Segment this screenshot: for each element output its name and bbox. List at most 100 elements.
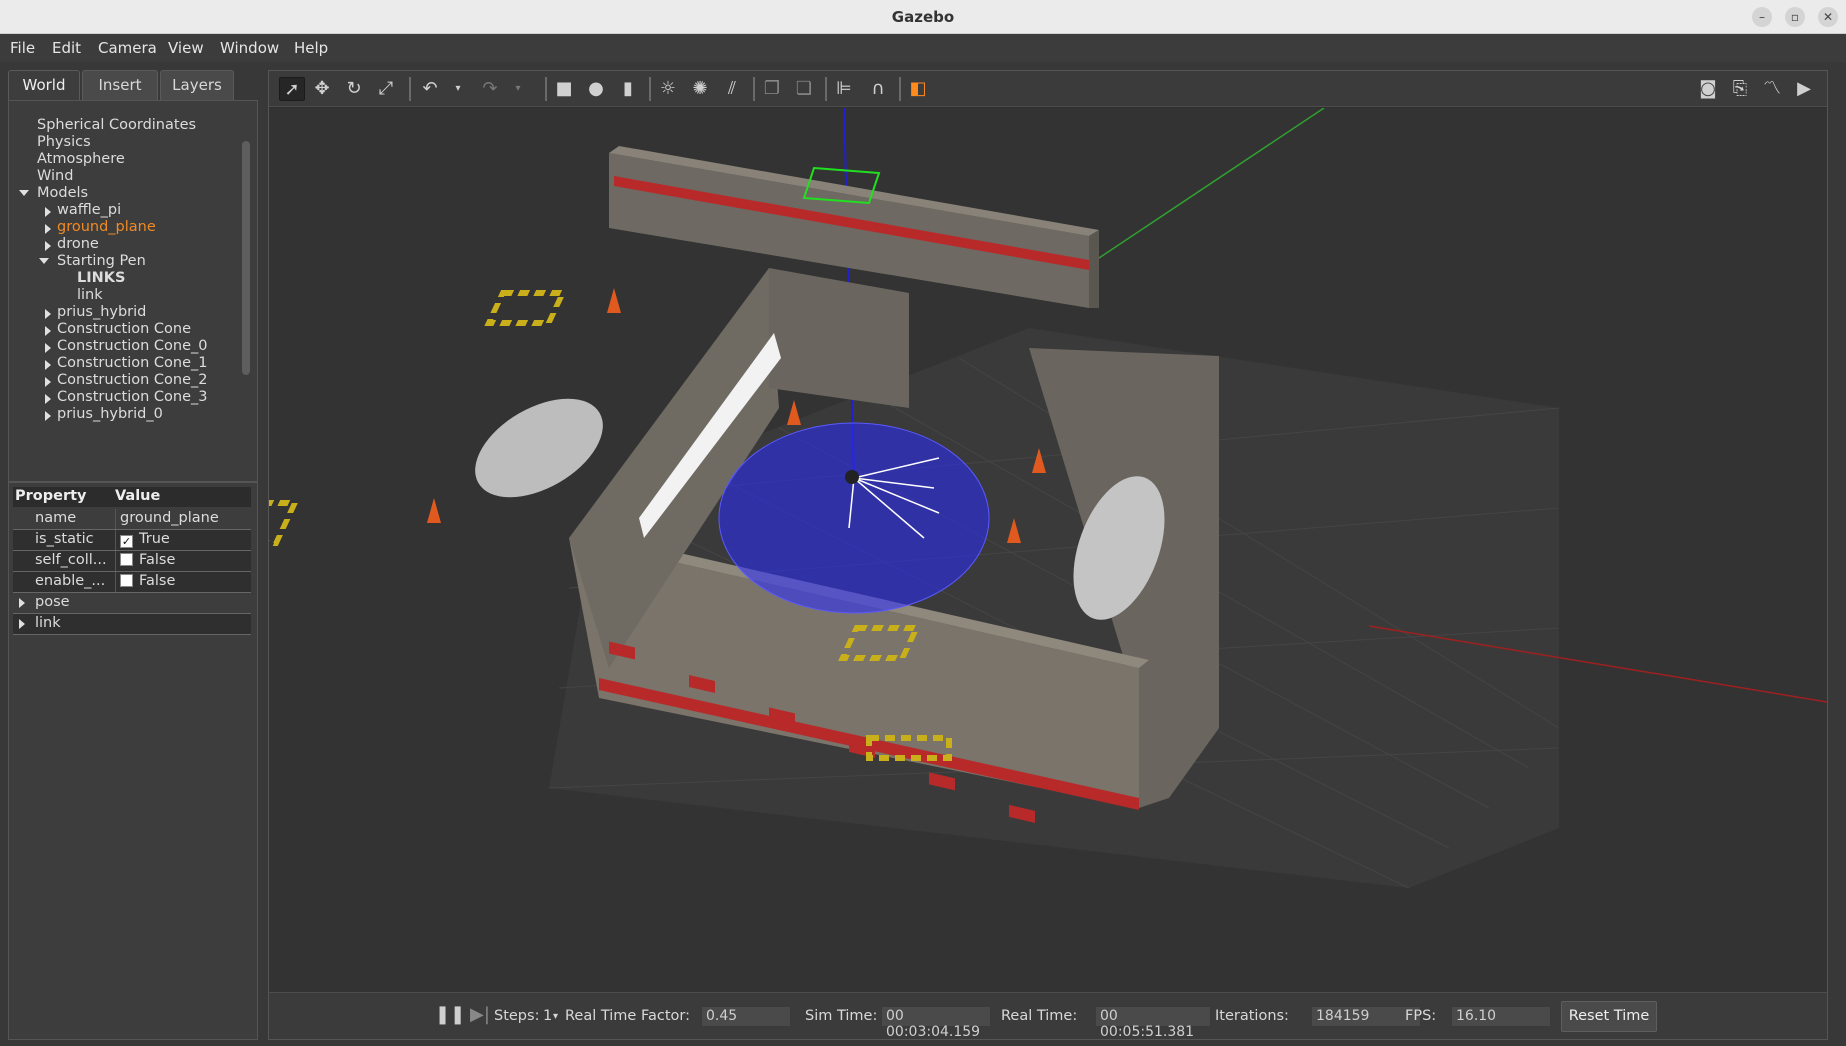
close-icon[interactable]: ✕	[1818, 7, 1838, 27]
tab-layers[interactable]: Layers	[160, 70, 234, 100]
tree-item-prius-hybrid-0[interactable]: prius_hybrid_0	[57, 406, 163, 422]
log-icon[interactable]: ⎘	[1727, 77, 1753, 101]
tree-item-ground-plane[interactable]: ground_plane	[57, 219, 156, 235]
drone-model	[845, 470, 859, 484]
tree-item-construction-cone[interactable]: Construction Cone	[57, 321, 191, 337]
maximize-icon[interactable]: ▫	[1785, 7, 1805, 27]
world-tree: Spherical Coordinates Physics Atmosphere…	[8, 100, 258, 482]
menu-bar: File Edit Camera View Window Help	[0, 34, 1846, 62]
3d-scene-viewport[interactable]	[191, 107, 1828, 992]
reset-time-button[interactable]: Reset Time	[1561, 1001, 1657, 1032]
collapse-arrow-icon[interactable]	[19, 619, 25, 629]
steps-value[interactable]: 1	[543, 1008, 552, 1024]
snap-icon[interactable]: ∩	[865, 77, 891, 101]
property-row-is-static: is_static ✓ True	[13, 530, 251, 550]
property-row-name: name ground_plane	[13, 509, 251, 529]
collapse-arrow-icon[interactable]	[45, 309, 51, 319]
tree-item-construction-cone-2[interactable]: Construction Cone_2	[57, 372, 208, 388]
tree-item-atmosphere[interactable]: Atmosphere	[37, 151, 125, 167]
chevron-down-icon[interactable]: ▾	[511, 77, 525, 101]
toolbar: ➚ ✥ ↻ ⤢ ↶ ▾ ↷ ▾ ■ ● ▮ ☼ ✺ ⫽ ❐ ❏ ⊫ ∩ ◧ ◙ …	[269, 71, 1827, 107]
tree-item-construction-cone-1[interactable]: Construction Cone_1	[57, 355, 208, 371]
collapse-arrow-icon[interactable]	[19, 598, 25, 608]
steps-label: Steps:	[494, 1008, 540, 1024]
menu-camera[interactable]: Camera	[98, 39, 157, 57]
collapse-arrow-icon[interactable]	[45, 207, 51, 217]
checkbox-label: True	[139, 531, 170, 547]
collapse-arrow-icon[interactable]	[45, 360, 51, 370]
tree-item-links-header: LINKS	[77, 270, 126, 286]
checkbox-label: False	[139, 573, 176, 589]
point-light-icon[interactable]: ☼	[655, 77, 681, 101]
minimize-icon[interactable]: –	[1752, 7, 1772, 27]
menu-view[interactable]: View	[168, 39, 204, 57]
self-collide-checkbox[interactable]	[120, 553, 133, 566]
expand-arrow-icon[interactable]	[19, 190, 29, 196]
viewport-frame: ➚ ✥ ↻ ⤢ ↶ ▾ ↷ ▾ ■ ● ▮ ☼ ✺ ⫽ ❐ ❏ ⊫ ∩ ◧ ◙ …	[191, 70, 1828, 1040]
is-static-checkbox[interactable]: ✓	[120, 535, 133, 548]
menu-file[interactable]: File	[10, 39, 35, 57]
select-arrow-icon[interactable]: ➚	[279, 77, 305, 101]
property-row-enable-wind: enable_... False	[13, 572, 251, 592]
plot-icon[interactable]: 〽	[1759, 77, 1785, 101]
property-key: name	[35, 510, 77, 526]
enable-wind-checkbox[interactable]	[120, 574, 133, 587]
tree-item-physics[interactable]: Physics	[37, 134, 91, 150]
tree-item-drone[interactable]: drone	[57, 236, 99, 252]
tree-item-starting-pen[interactable]: Starting Pen	[57, 253, 146, 269]
collapse-arrow-icon[interactable]	[45, 343, 51, 353]
middle-wall	[769, 268, 909, 408]
video-icon[interactable]: ▶	[1791, 77, 1817, 101]
align-icon[interactable]: ⊫	[831, 77, 857, 101]
tab-insert[interactable]: Insert	[82, 70, 158, 100]
rotate-icon[interactable]: ↻	[341, 77, 367, 101]
tree-item-wind[interactable]: Wind	[37, 168, 73, 184]
undo-icon[interactable]: ↶	[417, 77, 443, 101]
value-column-header: Value	[115, 488, 161, 504]
tree-scrollbar[interactable]	[242, 141, 250, 375]
property-group-link[interactable]: link	[13, 614, 251, 634]
box-icon[interactable]: ■	[551, 77, 577, 101]
paste-icon[interactable]: ❏	[791, 77, 817, 101]
tree-item-construction-cone-0[interactable]: Construction Cone_0	[57, 338, 208, 354]
chevron-down-icon[interactable]: ▾	[553, 1011, 558, 1022]
collapse-arrow-icon[interactable]	[45, 224, 51, 234]
copy-icon[interactable]: ❐	[759, 77, 785, 101]
pause-icon[interactable]: ❚❚	[435, 1003, 465, 1027]
collapse-arrow-icon[interactable]	[45, 377, 51, 387]
chevron-down-icon[interactable]: ▾	[451, 77, 465, 101]
tree-item-link[interactable]: link	[77, 287, 103, 303]
spot-light-icon[interactable]: ✺	[687, 77, 713, 101]
directional-light-icon[interactable]: ⫽	[719, 77, 745, 101]
tree-item-prius-hybrid[interactable]: prius_hybrid	[57, 304, 146, 320]
view-angle-icon[interactable]: ◧	[905, 77, 931, 101]
redo-icon[interactable]: ↷	[477, 77, 503, 101]
menu-window[interactable]: Window	[220, 39, 279, 57]
tree-item-spherical-coordinates[interactable]: Spherical Coordinates	[37, 117, 196, 133]
screenshot-icon[interactable]: ◙	[1695, 77, 1721, 101]
sim-time-field: 00 00:03:04.159	[881, 1006, 991, 1040]
collapse-arrow-icon[interactable]	[45, 241, 51, 251]
tree-item-models[interactable]: Models	[37, 185, 88, 201]
sphere-icon[interactable]: ●	[583, 77, 609, 101]
property-key: enable_...	[35, 573, 106, 589]
tree-item-waffle-pi[interactable]: waffle_pi	[57, 202, 121, 218]
window-titlebar: Gazebo – ▫ ✕	[0, 0, 1846, 34]
tab-world[interactable]: World	[8, 70, 80, 100]
expand-arrow-icon[interactable]	[39, 258, 49, 264]
collapse-arrow-icon[interactable]	[45, 326, 51, 336]
translate-icon[interactable]: ✥	[309, 77, 335, 101]
scale-icon[interactable]: ⤢	[373, 77, 399, 101]
step-icon[interactable]: ▶|	[467, 1003, 493, 1027]
property-key: is_static	[35, 531, 94, 547]
tree-item-construction-cone-3[interactable]: Construction Cone_3	[57, 389, 208, 405]
menu-help[interactable]: Help	[294, 39, 328, 57]
iterations-label: Iterations:	[1215, 1008, 1289, 1024]
collapse-arrow-icon[interactable]	[45, 394, 51, 404]
cylinder-icon[interactable]: ▮	[615, 77, 641, 101]
menu-edit[interactable]: Edit	[52, 39, 81, 57]
real-time-field: 00 00:05:51.381	[1095, 1006, 1211, 1040]
property-group-pose[interactable]: pose	[13, 593, 251, 613]
property-value[interactable]: ground_plane	[115, 509, 251, 529]
collapse-arrow-icon[interactable]	[45, 411, 51, 421]
